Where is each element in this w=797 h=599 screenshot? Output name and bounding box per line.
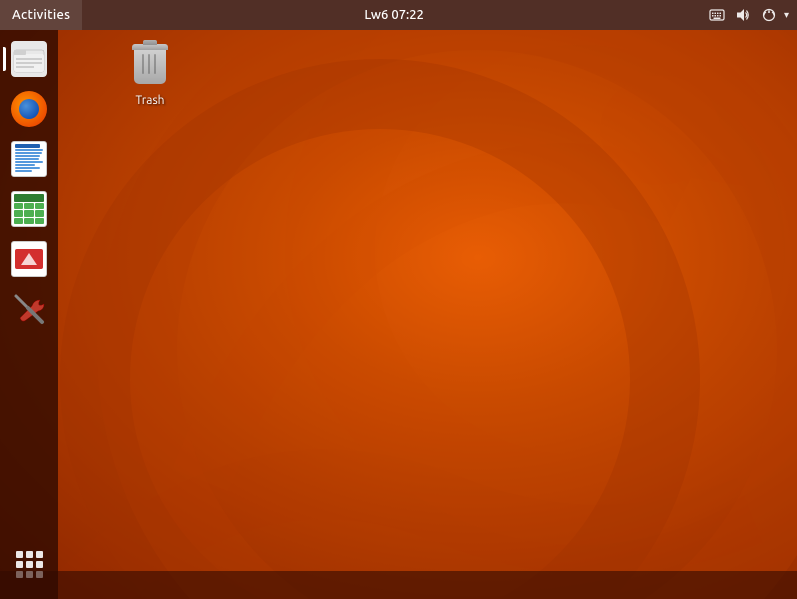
- files-icon: [11, 41, 47, 77]
- keyboard-icon[interactable]: [706, 4, 728, 26]
- dock-item-firefox[interactable]: [6, 86, 52, 132]
- desktop-icons-area: Trash: [58, 30, 797, 599]
- impress-icon: [11, 241, 47, 277]
- system-menu-icon[interactable]: [758, 4, 780, 26]
- trash-label: Trash: [135, 94, 164, 107]
- tools-icon: [11, 291, 47, 327]
- dock-item-impress[interactable]: [6, 236, 52, 282]
- firefox-icon: [11, 91, 47, 127]
- dock-item-calc[interactable]: [6, 186, 52, 232]
- trash-icon-image: [126, 42, 174, 90]
- dock-item-files[interactable]: [6, 36, 52, 82]
- writer-icon: [11, 141, 47, 177]
- dock-item-tools[interactable]: [6, 286, 52, 332]
- volume-icon[interactable]: [732, 4, 754, 26]
- panel-dropdown-arrow[interactable]: ▾: [784, 9, 789, 21]
- top-panel: Activities Lw6 07:22: [0, 0, 797, 30]
- calc-icon: [11, 191, 47, 227]
- trash-desktop-icon[interactable]: Trash: [110, 38, 190, 111]
- activities-button[interactable]: Activities: [0, 0, 82, 30]
- panel-datetime[interactable]: Lw6 07:22: [82, 8, 706, 22]
- panel-system-icons: ▾: [706, 4, 797, 26]
- dock-item-writer[interactable]: [6, 136, 52, 182]
- taskbar-bottom: [0, 571, 797, 599]
- dock: [0, 30, 58, 599]
